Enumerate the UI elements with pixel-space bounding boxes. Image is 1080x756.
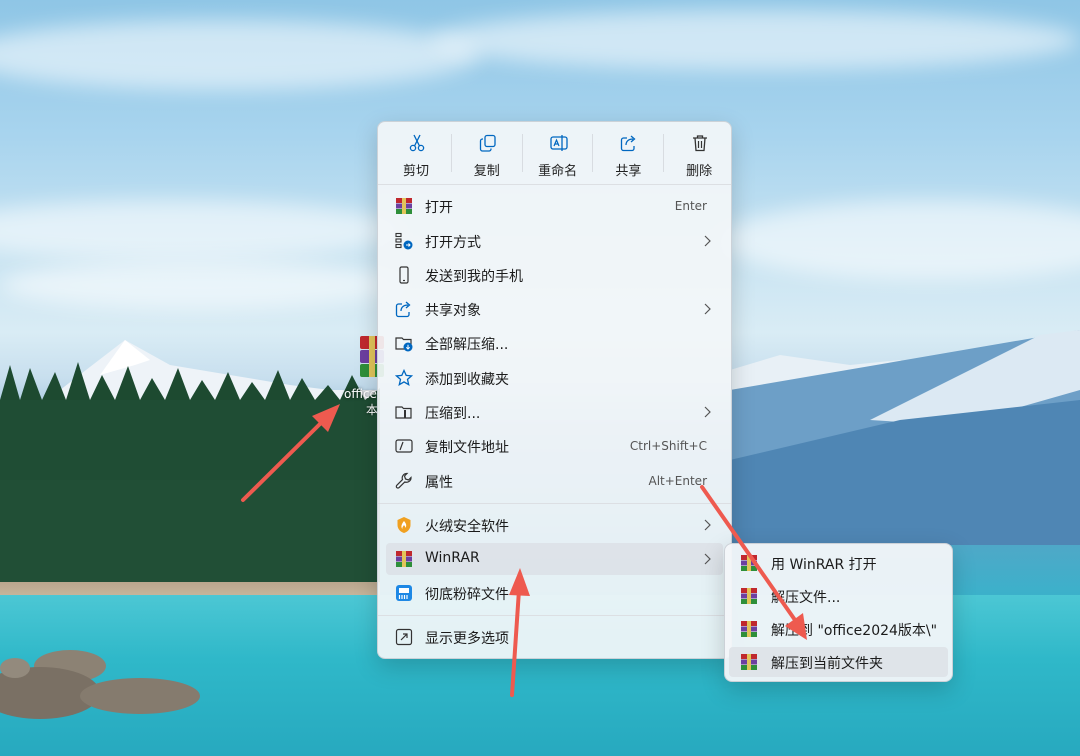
winrar-icon — [396, 198, 412, 214]
menu-item-properties[interactable]: 属性 Alt+Enter — [386, 465, 723, 497]
cloud — [0, 20, 480, 90]
submenu-item-extract-here[interactable]: 解压到当前文件夹 — [729, 647, 948, 677]
winrar-submenu: 用 WinRAR 打开 解压文件... 解压到 "office2024版本\" … — [724, 543, 953, 682]
menu-item-huorong[interactable]: 火绒安全软件 — [386, 509, 723, 541]
trash-icon — [693, 135, 708, 152]
phone-icon — [399, 266, 409, 284]
forest — [0, 362, 380, 590]
menu-item-compress-to[interactable]: 压缩到... — [386, 396, 723, 428]
winrar-icon — [741, 555, 757, 571]
open-with-icon — [395, 232, 413, 250]
cloud — [0, 200, 400, 260]
cut-button[interactable]: 剪切 — [381, 122, 451, 184]
menu-item-send-to-phone[interactable]: 发送到我的手机 — [386, 259, 723, 291]
huorong-icon — [397, 517, 411, 533]
submenu-item-extract-to-folder[interactable]: 解压到 "office2024版本\" — [729, 614, 948, 644]
chevron-right-icon — [704, 303, 711, 315]
submenu-item-extract-files[interactable]: 解压文件... — [729, 581, 948, 611]
compress-folder-icon — [395, 406, 412, 419]
copy-button[interactable]: 复制 — [452, 122, 522, 184]
copy-path-icon — [395, 439, 413, 453]
scissors-icon — [409, 134, 425, 152]
rename-icon — [549, 135, 568, 151]
copy-icon — [479, 134, 496, 152]
rocks — [0, 650, 200, 719]
winrar-icon — [741, 588, 757, 604]
menu-item-shred[interactable]: 彻底粉碎文件 — [386, 577, 723, 609]
chevron-right-icon — [704, 235, 711, 247]
chevron-right-icon — [704, 553, 711, 565]
menu-item-copy-path[interactable]: 复制文件地址 Ctrl+Shift+C — [386, 430, 723, 462]
winrar-icon — [741, 621, 757, 637]
share-icon — [395, 301, 411, 318]
winrar-icon — [396, 551, 412, 567]
menu-separator — [378, 615, 731, 616]
rename-button[interactable]: 重命名 — [523, 122, 593, 184]
menu-item-open-with[interactable]: 打开方式 — [386, 225, 723, 257]
menu-item-winrar[interactable]: WinRAR — [386, 543, 723, 575]
submenu-item-open-with-winrar[interactable]: 用 WinRAR 打开 — [729, 548, 948, 578]
menu-item-more-options[interactable]: 显示更多选项 — [386, 621, 723, 653]
star-icon — [395, 369, 413, 387]
context-menu-toolbar: 剪切 复制 重命名 共享 删除 — [378, 122, 734, 184]
menu-separator — [378, 184, 731, 185]
share-button[interactable]: 共享 — [593, 122, 663, 184]
context-menu: 剪切 复制 重命名 共享 删除 打开 Enter 打开方式 发送到我的手机 共享… — [377, 121, 732, 659]
wrench-icon — [395, 472, 412, 489]
menu-item-add-favorites[interactable]: 添加到收藏夹 — [386, 362, 723, 394]
menu-item-open[interactable]: 打开 Enter — [386, 190, 723, 222]
cloud — [430, 10, 1080, 70]
delete-button[interactable]: 删除 — [664, 122, 734, 184]
more-options-icon — [395, 628, 413, 646]
folder-zip-icon — [395, 337, 413, 352]
winrar-icon — [741, 654, 757, 670]
cloud — [0, 260, 400, 310]
chevron-right-icon — [704, 406, 711, 418]
menu-item-extract-all[interactable]: 全部解压缩... — [386, 327, 723, 359]
desktop-file-label: office 本 — [344, 387, 379, 417]
cloud — [720, 200, 1080, 280]
menu-separator — [378, 503, 731, 504]
shredder-icon — [396, 585, 412, 601]
chevron-right-icon — [704, 519, 711, 531]
menu-item-share-with[interactable]: 共享对象 — [386, 293, 723, 325]
share-icon — [621, 135, 636, 152]
